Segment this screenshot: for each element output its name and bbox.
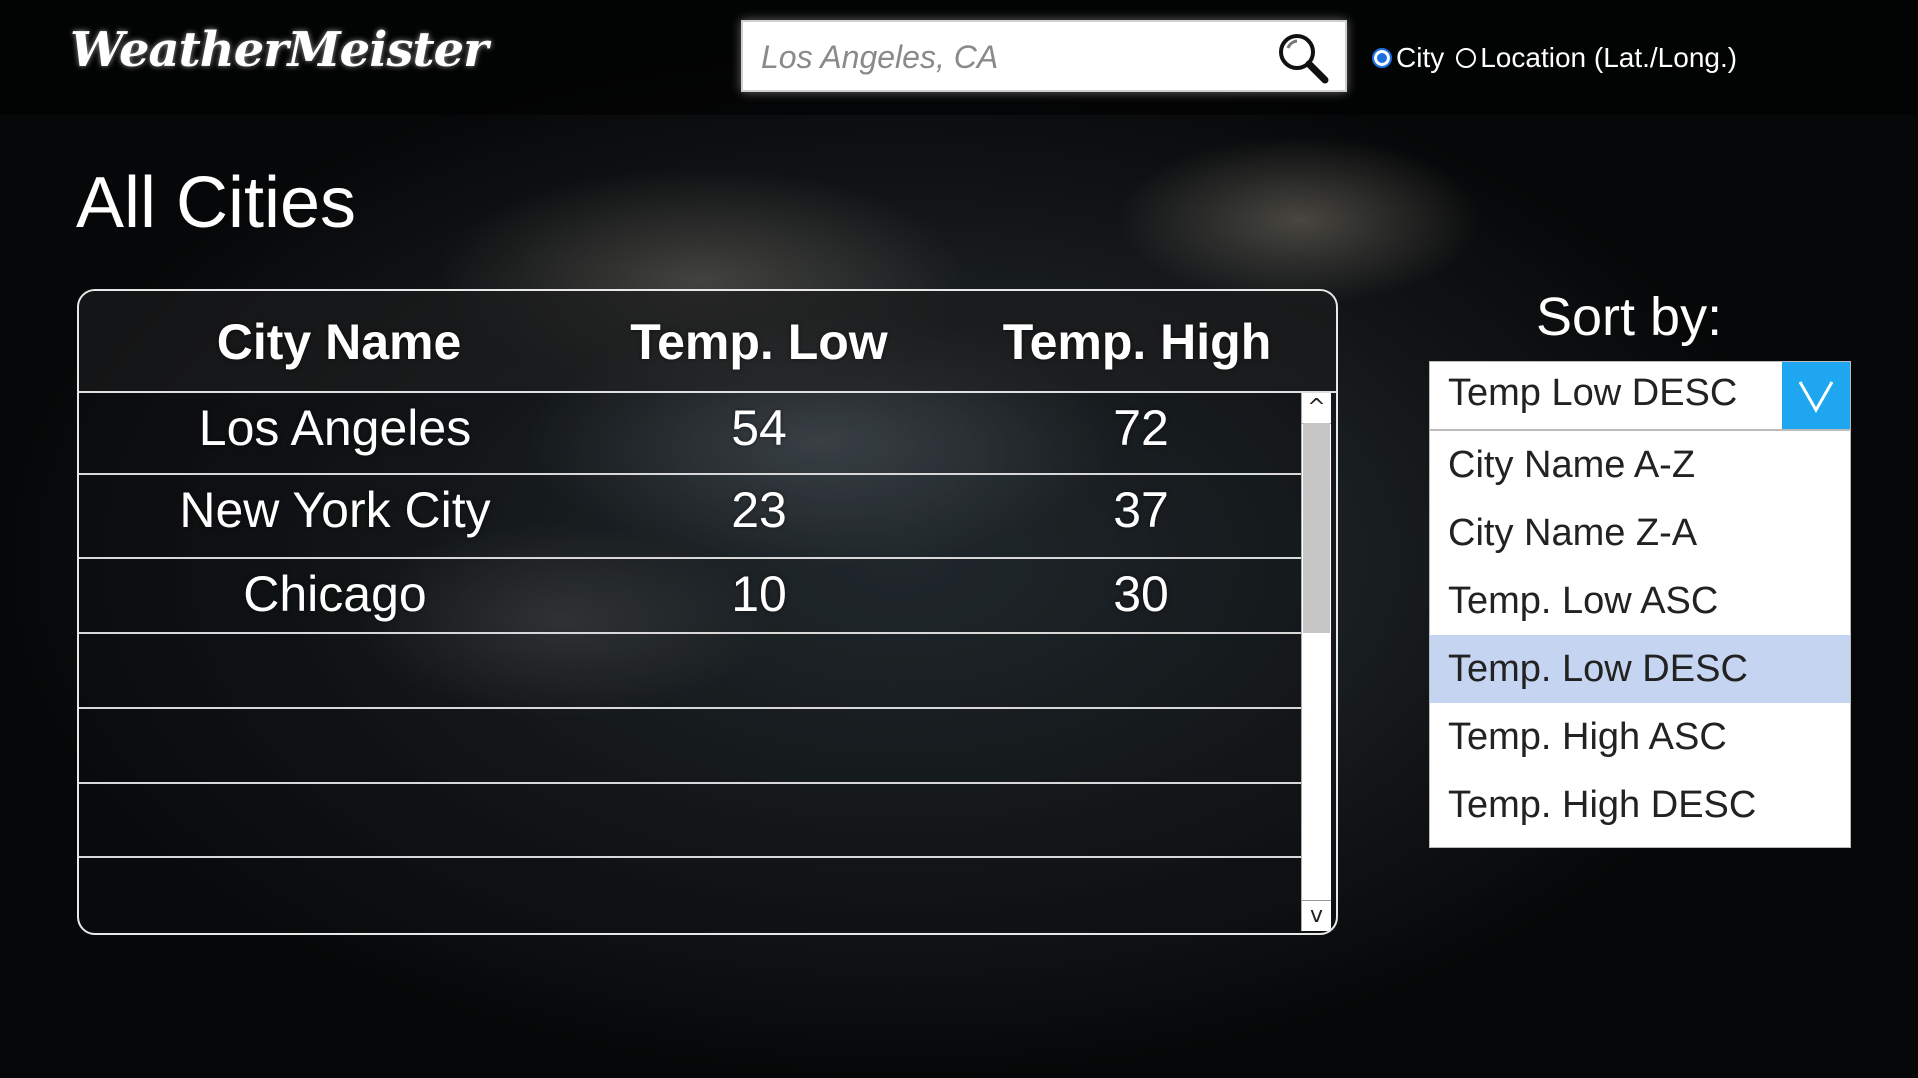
sort-option-temp-high-desc[interactable]: Temp. High DESC (1430, 771, 1850, 839)
cell-city-name: Chicago (243, 566, 427, 622)
search-box[interactable] (741, 20, 1347, 92)
cell-temp-high: 37 (1113, 482, 1169, 538)
sort-option-temp-low-desc[interactable]: Temp. Low DESC (1430, 635, 1850, 703)
column-header-temp-low[interactable]: Temp. Low (559, 313, 959, 371)
table-row[interactable]: Los Angeles 54 72 (79, 393, 1301, 475)
scroll-up-button[interactable]: ^ (1302, 393, 1331, 424)
radio-option-city[interactable]: City (1372, 42, 1444, 74)
cell-city-name: Los Angeles (198, 400, 472, 456)
radio-button-city[interactable] (1372, 48, 1392, 68)
table-row[interactable]: Chicago 10 30 (79, 559, 1301, 634)
app-logo: WeatherMeister (70, 22, 488, 78)
sort-option-temp-low-asc[interactable]: Temp. Low ASC (1430, 567, 1850, 635)
table-row[interactable]: New York City 23 37 (79, 475, 1301, 559)
sort-dropdown[interactable]: Temp Low DESC (1429, 361, 1851, 430)
table-row[interactable] (79, 634, 1301, 709)
cities-table: City Name Temp. Low Temp. High Los Angel… (77, 289, 1338, 935)
radio-label-location: Location (Lat./Long.) (1480, 42, 1738, 73)
search-icon[interactable] (1275, 30, 1331, 86)
sort-selected-value: Temp Low DESC (1448, 372, 1738, 414)
column-header-city-name[interactable]: City Name (139, 313, 539, 371)
table-row[interactable] (79, 709, 1301, 784)
sort-label: Sort by: (1536, 287, 1723, 347)
radio-label-city: City (1396, 42, 1445, 73)
cell-temp-low: 54 (731, 400, 787, 456)
sort-option-city-name-z-a[interactable]: City Name Z-A (1430, 499, 1850, 567)
column-header-temp-high[interactable]: Temp. High (937, 313, 1336, 371)
table-body: Los Angeles 54 72 New York City 23 37 Ch… (79, 393, 1301, 931)
sort-option-temp-high-asc[interactable]: Temp. High ASC (1430, 703, 1850, 771)
table-row[interactable] (79, 858, 1301, 931)
search-mode-radio-group: City Location (Lat./Long.) (1372, 38, 1749, 78)
sort-options-list: City Name A-Z City Name Z-A Temp. Low AS… (1429, 430, 1851, 848)
cell-temp-high: 30 (1113, 566, 1169, 622)
page-title: All Cities (76, 163, 357, 243)
radio-button-location[interactable] (1456, 48, 1477, 68)
table-header: City Name Temp. Low Temp. High (79, 291, 1336, 393)
cell-city-name: New York City (179, 482, 491, 538)
sort-option-city-name-a-z[interactable]: City Name A-Z (1430, 431, 1850, 499)
table-scrollbar[interactable]: ^ v (1301, 393, 1331, 931)
scroll-down-button[interactable]: v (1302, 900, 1331, 931)
radio-option-location[interactable]: Location (Lat./Long.) (1456, 42, 1737, 74)
scroll-thumb[interactable] (1303, 423, 1330, 633)
table-row[interactable] (79, 784, 1301, 858)
chevron-down-icon (1798, 380, 1834, 413)
cell-temp-low: 23 (731, 482, 787, 538)
top-bar: WeatherMeister City Location (Lat./Long.… (0, 0, 1918, 115)
sort-dropdown-toggle[interactable] (1782, 362, 1850, 429)
cell-temp-high: 72 (1113, 400, 1169, 456)
cell-temp-low: 10 (731, 566, 787, 622)
search-input[interactable] (761, 36, 1261, 78)
